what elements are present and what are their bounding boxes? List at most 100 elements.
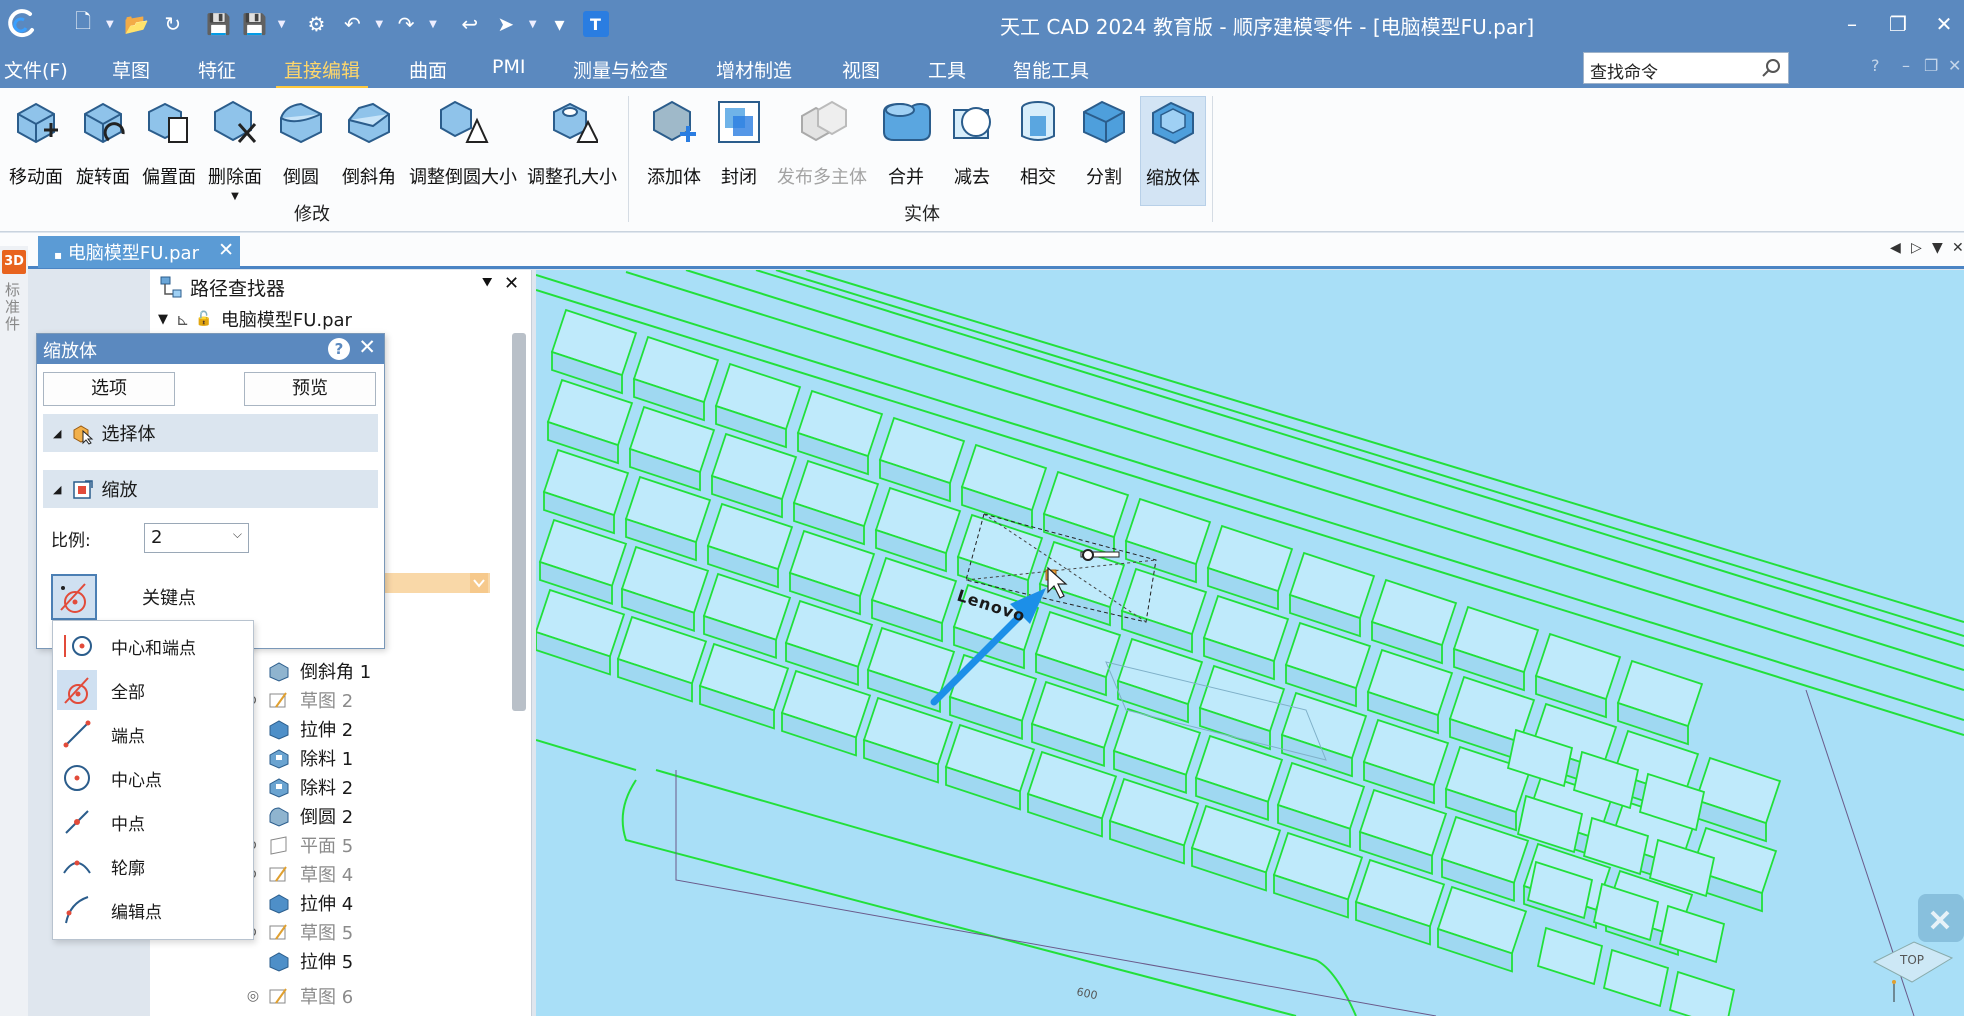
delete-face-button[interactable]: 删除面 ▼ xyxy=(204,96,266,206)
menu-pmi[interactable]: PMI xyxy=(492,56,525,78)
document-tab[interactable]: ▪ 电脑模型FU.par ✕ xyxy=(38,236,240,268)
chamfer-button[interactable]: 倒斜角 xyxy=(336,96,402,206)
tree-row[interactable]: 倒圆 2 xyxy=(240,803,353,829)
redo-dropdown-icon[interactable]: ▼ xyxy=(429,19,437,30)
tree-row[interactable]: 倒斜角 1 xyxy=(240,658,371,684)
tree-highlight-dropdown-icon[interactable] xyxy=(470,573,488,593)
close-tab-icon[interactable]: ✕ xyxy=(218,239,234,261)
ribbon-minimize-icon[interactable]: – xyxy=(1902,56,1910,75)
command-search-input[interactable]: 查找命令 xyxy=(1583,52,1789,84)
menu-additive[interactable]: 增材制造 xyxy=(716,56,792,83)
refresh-icon[interactable]: ↻ xyxy=(160,11,186,37)
keycaps[interactable] xyxy=(536,308,1782,1016)
resize-hole-button[interactable]: 调整孔大小 xyxy=(524,96,620,206)
ribbon-close-icon[interactable]: ✕ xyxy=(1948,56,1961,75)
tab-scroll-right-icon[interactable]: ▷ xyxy=(1911,240,1922,256)
menu-direct-edit[interactable]: 直接编辑 xyxy=(275,56,369,89)
close-body-button[interactable]: 封闭 xyxy=(712,96,766,206)
tree-row[interactable]: ◎ 草图 6 xyxy=(240,983,353,1009)
close-icon[interactable]: ✕ xyxy=(358,335,376,359)
keypoint-center-end[interactable]: 中心和端点 xyxy=(53,625,253,667)
text-tool-icon[interactable]: T xyxy=(582,11,609,37)
select-dropdown-icon[interactable]: ▼ xyxy=(529,19,537,30)
panel-close-icon[interactable]: ✕ xyxy=(504,273,519,294)
keypoint-midpoint[interactable]: 中点 xyxy=(53,801,253,843)
keyboard-model[interactable]: 600 400 Lenovo xyxy=(536,270,1964,1016)
split-button[interactable]: 分割 xyxy=(1076,96,1132,206)
save-dropdown-icon[interactable]: ▼ xyxy=(278,19,286,30)
path-finder-scrollbar[interactable] xyxy=(512,333,526,711)
move-face-button[interactable]: 移动面 xyxy=(4,96,68,206)
view-cube-icon[interactable]: TOP xyxy=(1864,912,1954,1002)
union-button[interactable]: 合并 xyxy=(878,96,934,206)
scale-section[interactable]: ◢ 缩放 xyxy=(43,470,378,508)
new-file-icon[interactable]: 🗋 xyxy=(70,9,96,37)
redo-icon[interactable]: ↷ xyxy=(393,11,419,37)
tree-row[interactable]: ↄ 草图 4 xyxy=(240,861,353,887)
delete-face-dropdown-icon[interactable]: ▼ xyxy=(204,191,266,202)
keypoint-center[interactable]: 中心点 xyxy=(53,757,253,799)
preview-button[interactable]: 预览 xyxy=(244,372,376,406)
minimize-button[interactable]: – xyxy=(1834,10,1870,38)
menu-tools[interactable]: 工具 xyxy=(928,56,966,83)
help-icon[interactable]: ? xyxy=(1871,56,1880,75)
customize-icon[interactable]: ▾ xyxy=(547,11,573,37)
menu-surface[interactable]: 曲面 xyxy=(409,56,447,83)
subtract-button[interactable]: 减去 xyxy=(944,96,1000,206)
add-body-button[interactable]: 添加体 xyxy=(640,96,708,206)
offset-face-button[interactable]: 偏置面 xyxy=(138,96,200,206)
collapse-icon[interactable]: ◢ xyxy=(53,483,61,496)
keypoint-button[interactable] xyxy=(51,574,97,620)
help-icon[interactable]: ? xyxy=(328,338,350,360)
tree-row[interactable]: 除料 1 xyxy=(240,745,353,771)
tab-list-icon[interactable]: ▼ xyxy=(1932,240,1943,256)
undo-dropdown-icon[interactable]: ▼ xyxy=(375,19,383,30)
tree-row[interactable]: 拉伸 5 xyxy=(240,948,353,974)
keypoint-endpoint[interactable]: 端点 xyxy=(53,713,253,755)
publish-multibody-button[interactable]: 发布多主体 xyxy=(772,96,872,206)
search-icon[interactable] xyxy=(1760,57,1782,79)
tab-scroll-left-icon[interactable]: ◀ xyxy=(1890,240,1901,256)
options-button[interactable]: 选项 xyxy=(43,372,175,406)
back-icon[interactable]: ↩ xyxy=(457,11,483,37)
close-window-button[interactable]: ✕ xyxy=(1926,10,1962,38)
scale-body-button[interactable]: 缩放体 xyxy=(1140,96,1206,206)
tree-row[interactable]: 拉伸 2 xyxy=(240,716,353,742)
menu-file[interactable]: 文件(F) xyxy=(4,56,68,83)
ribbon-restore-icon[interactable]: ❐ xyxy=(1924,56,1938,75)
restore-button[interactable]: ❐ xyxy=(1880,10,1916,38)
tree-row[interactable]: ↄ 草图 2 xyxy=(240,687,353,713)
ratio-select[interactable]: 2 ⌵ xyxy=(144,523,249,553)
undo-icon[interactable]: ↶ xyxy=(339,11,365,37)
panel-menu-icon[interactable]: ⯆ xyxy=(480,273,494,294)
menu-feature[interactable]: 特征 xyxy=(198,56,236,83)
3d-parts-badge[interactable]: 3D xyxy=(2,250,26,274)
tree-row[interactable]: 拉伸 4 xyxy=(240,890,353,916)
tree-row[interactable]: 除料 2 xyxy=(240,774,353,800)
gear-icon[interactable]: ⚙ xyxy=(303,11,329,37)
intersect-button[interactable]: 相交 xyxy=(1010,96,1066,206)
save-icon[interactable]: 💾 xyxy=(206,11,232,37)
resize-round-button[interactable]: 调整倒圆大小 xyxy=(406,96,520,206)
tree-root[interactable]: ▼ ⊾ 🔓 电脑模型FU.par xyxy=(158,306,352,332)
tree-row[interactable]: ↄ 平面 5 xyxy=(240,832,353,858)
open-folder-icon[interactable]: 📂 xyxy=(124,11,150,37)
hidden-eye-icon[interactable]: ◎ xyxy=(240,988,266,1004)
menu-view[interactable]: 视图 xyxy=(842,56,880,83)
round-button[interactable]: 倒圆 xyxy=(272,96,330,206)
chevron-down-icon[interactable]: ⌵ xyxy=(233,527,242,542)
tree-row[interactable]: ↄ 草图 5 xyxy=(240,919,353,945)
select-body-section[interactable]: ◢ 选择体 xyxy=(43,414,378,452)
menu-sketch[interactable]: 草图 xyxy=(112,56,150,83)
new-file-dropdown-icon[interactable]: ▼ xyxy=(106,19,114,30)
menu-smart-tools[interactable]: 智能工具 xyxy=(1013,56,1089,83)
save-as-icon[interactable]: 💾 xyxy=(242,11,268,37)
standard-parts-label[interactable]: 标准件 xyxy=(5,282,21,333)
tab-close-icon[interactable]: ✕ xyxy=(1952,240,1964,256)
keypoint-edit-point[interactable]: 编辑点 xyxy=(53,889,253,931)
3d-viewport[interactable]: 600 400 Lenovo TOP xyxy=(536,270,1964,1016)
collapse-icon[interactable]: ◢ xyxy=(53,427,61,440)
menu-measure[interactable]: 测量与检查 xyxy=(573,56,668,83)
select-arrow-icon[interactable]: ➤ xyxy=(493,11,519,37)
collapse-icon[interactable]: ▼ xyxy=(158,312,168,327)
